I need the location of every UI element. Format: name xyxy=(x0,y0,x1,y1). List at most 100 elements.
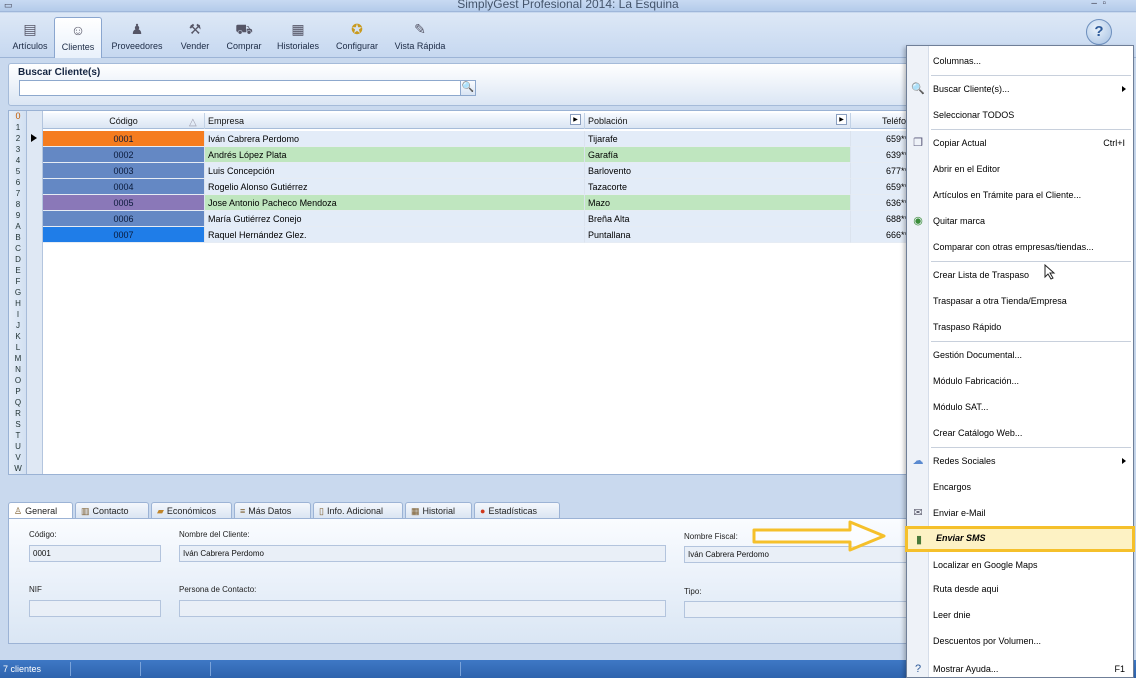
table-row[interactable]: 0006 María Gutiérrez Conejo Breña Alta 688*… xyxy=(43,211,909,227)
filter-dropdown-icon[interactable]: ▶ xyxy=(836,114,847,125)
menu-item-enviar-e-mail[interactable]: ✉ Enviar e-Mail xyxy=(907,502,1133,524)
alpha-index-letter[interactable]: M xyxy=(9,353,26,364)
alpha-index-letter[interactable]: O xyxy=(9,375,26,386)
alpha-index-letter[interactable]: V xyxy=(9,452,26,463)
alpha-index-letter[interactable]: Q xyxy=(9,397,26,408)
table-row[interactable]: 0007 Raquel Hernández Glez. Puntallana 666*… xyxy=(43,227,909,243)
ribbon-configurar-button[interactable]: ✪ Configurar xyxy=(332,19,382,57)
table-row[interactable]: 0002 Andrés López Plata Garafía 639** xyxy=(43,147,909,163)
alpha-index-letter[interactable]: 2 xyxy=(9,133,26,144)
alpha-index-letter[interactable]: F xyxy=(9,276,26,287)
menu-item-crear-lista-de-traspaso[interactable]: Crear Lista de Traspaso xyxy=(907,264,1133,286)
tab-mas-datos[interactable]: ≡ Más Datos xyxy=(234,502,311,519)
tab-economicos[interactable]: ▰ Económicos xyxy=(151,502,232,519)
alpha-index-letter[interactable]: T xyxy=(9,430,26,441)
ribbon-clientes-button[interactable]: ☺ Clientes xyxy=(54,17,102,58)
menu-item-ruta-desde-aqui[interactable]: Ruta desde aqui xyxy=(907,578,1133,600)
alpha-index-letter[interactable]: 1 xyxy=(9,122,26,133)
alpha-index-letter[interactable]: 8 xyxy=(9,199,26,210)
alpha-index-letter[interactable]: P xyxy=(9,386,26,397)
alpha-index-letter[interactable]: H xyxy=(9,298,26,309)
menu-item-crear-catalogo-web[interactable]: Crear Catálogo Web... xyxy=(907,422,1133,444)
history-icon: ▦ xyxy=(291,21,305,37)
ribbon-vender-button[interactable]: ⚒ Vender xyxy=(174,19,216,57)
alpha-index-letter[interactable]: 4 xyxy=(9,155,26,166)
nif-field[interactable] xyxy=(29,600,161,617)
menu-item-mostrar-ayuda[interactable]: ? Mostrar Ayuda... F1 xyxy=(907,658,1133,678)
menu-item-copiar-actual[interactable]: ❐ Copiar Actual Ctrl+I xyxy=(907,132,1133,154)
ribbon-articulos-button[interactable]: ▤ Artículos xyxy=(8,19,52,57)
alpha-index-letter[interactable]: S xyxy=(9,419,26,430)
menu-item-comparar-con-otras-empresas-tiendas[interactable]: Comparar con otras empresas/tiendas... xyxy=(907,236,1133,258)
menu-item-traspasar-a-otra-tienda-empresa[interactable]: Traspasar a otra Tienda/Empresa xyxy=(907,290,1133,312)
menu-item-traspaso-rapido[interactable]: Traspaso Rápido xyxy=(907,316,1133,338)
column-header-empresa[interactable]: Empresa ▶ xyxy=(205,113,585,129)
menu-item-enviar-sms[interactable]: ▮ Enviar SMS xyxy=(905,526,1135,552)
menu-item-modulo-fabricacion[interactable]: Módulo Fabricación... xyxy=(907,370,1133,392)
menu-item-abrir-en-el-editor[interactable]: Abrir en el Editor xyxy=(907,158,1133,180)
alpha-index-letter[interactable]: W xyxy=(9,463,26,474)
menu-item-quitar-marca[interactable]: ◉ Quitar marca xyxy=(907,210,1133,232)
cell-telefono: 659** xyxy=(851,131,909,147)
tab-estadisticas[interactable]: ● Estadísticas xyxy=(474,502,560,519)
alpha-index-letter[interactable]: I xyxy=(9,309,26,320)
menu-item-columnas[interactable]: Columnas... xyxy=(907,50,1133,72)
cell-telefono: 688** xyxy=(851,211,909,227)
ribbon-proveedores-button[interactable]: ♟ Proveedores xyxy=(108,19,166,57)
menu-item-leer-dnie[interactable]: Leer dnie xyxy=(907,604,1133,626)
alpha-index-letter[interactable]: K xyxy=(9,331,26,342)
filter-dropdown-icon[interactable]: ▶ xyxy=(570,114,581,125)
menu-item-encargos[interactable]: Encargos xyxy=(907,476,1133,498)
alpha-index-letter[interactable]: E xyxy=(9,265,26,276)
codigo-field[interactable]: 0001 xyxy=(29,545,161,562)
help-button[interactable]: ? xyxy=(1086,19,1112,45)
alpha-index-letter[interactable]: L xyxy=(9,342,26,353)
search-input[interactable] xyxy=(19,80,463,96)
search-label: Buscar Cliente(s) xyxy=(18,67,101,78)
tab-historial[interactable]: ▦ Historial xyxy=(405,502,472,519)
alpha-index-letter[interactable]: U xyxy=(9,441,26,452)
persona-contacto-field[interactable] xyxy=(179,600,666,617)
alpha-index-letter[interactable]: 9 xyxy=(9,210,26,221)
search-button[interactable]: 🔍 xyxy=(460,80,476,96)
menu-item-modulo-sat[interactable]: Módulo SAT... xyxy=(907,396,1133,418)
table-row[interactable]: 0003 Luis Concepción Barlovento 677** xyxy=(43,163,909,179)
magnifier-icon: 🔍 xyxy=(461,82,475,93)
history-icon: ▦ xyxy=(411,506,420,516)
alpha-index-letter[interactable]: C xyxy=(9,243,26,254)
menu-item-articulos-en-tramite-para-el-cliente[interactable]: Artículos en Trámite para el Cliente... xyxy=(907,184,1133,206)
alpha-index-letter[interactable]: 0 xyxy=(9,111,26,122)
table-row[interactable]: 0001 Iván Cabrera Perdomo Tijarafe 659** xyxy=(43,131,909,147)
nombre-cliente-field[interactable]: Iván Cabrera Perdomo xyxy=(179,545,666,562)
cell-telefono: 659** xyxy=(851,179,909,195)
tab-contacto[interactable]: ▥ Contacto xyxy=(75,502,149,519)
ribbon-historiales-button[interactable]: ▦ Historiales xyxy=(272,19,324,57)
table-row[interactable]: 0004 Rogelio Alonso Gutiérrez Tazacorte 659… xyxy=(43,179,909,195)
column-header-codigo[interactable]: Código △ xyxy=(43,113,205,129)
ribbon-vista-rapida-button[interactable]: ✎ Vista Rápida xyxy=(390,19,450,57)
menu-item-label: Mostrar Ayuda... xyxy=(933,664,999,674)
alpha-index-letter[interactable]: J xyxy=(9,320,26,331)
tipo-field[interactable] xyxy=(684,601,909,618)
tab-info-adicional[interactable]: ▯ Info. Adicional xyxy=(313,502,403,519)
alpha-index-letter[interactable]: 7 xyxy=(9,188,26,199)
menu-item-localizar-en-google-maps[interactable]: Localizar en Google Maps xyxy=(907,554,1133,576)
window-controls[interactable]: – ▫ xyxy=(1091,0,1106,9)
ribbon-comprar-button[interactable]: ⛟ Comprar xyxy=(222,19,266,57)
menu-item-descuentos-por-volumen[interactable]: Descuentos por Volumen... xyxy=(907,630,1133,652)
alpha-index-letter[interactable]: D xyxy=(9,254,26,265)
alpha-index-letter[interactable]: R xyxy=(9,408,26,419)
menu-item-redes-sociales[interactable]: ☁ Redes Sociales xyxy=(907,450,1133,472)
alpha-index-letter[interactable]: A xyxy=(9,221,26,232)
column-header-poblacion[interactable]: Población ▶ xyxy=(585,113,851,129)
table-row[interactable]: 0005 Jose Antonio Pacheco Mendoza Mazo 636*… xyxy=(43,195,909,211)
menu-item-seleccionar-todos[interactable]: Seleccionar TODOS xyxy=(907,104,1133,126)
alpha-index-letter[interactable]: G xyxy=(9,287,26,298)
alpha-index-letter[interactable]: 5 xyxy=(9,166,26,177)
alpha-index-letter[interactable]: 6 xyxy=(9,177,26,188)
menu-item-gestion-documental[interactable]: Gestión Documental... xyxy=(907,344,1133,366)
alpha-index-letter[interactable]: N xyxy=(9,364,26,375)
menu-item-buscar-cliente-s[interactable]: 🔍 Buscar Cliente(s)... xyxy=(907,78,1133,100)
alpha-index-letter[interactable]: B xyxy=(9,232,26,243)
alpha-index-letter[interactable]: 3 xyxy=(9,144,26,155)
